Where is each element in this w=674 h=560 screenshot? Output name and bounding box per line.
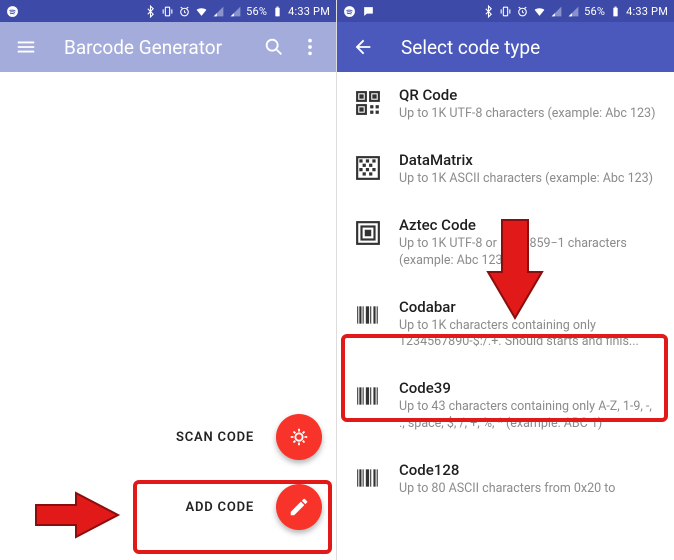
- list-item-title: Code128: [399, 461, 658, 479]
- signal-2-icon: [567, 5, 580, 18]
- list-item-code39[interactable]: Code39 Up to 43 characters containing on…: [337, 365, 674, 447]
- app-title: Barcode Generator: [64, 36, 256, 59]
- app-bar: Select code type: [337, 22, 674, 72]
- search-button[interactable]: [256, 29, 292, 65]
- list-item-title: QR Code: [399, 86, 658, 104]
- alarm-icon: [178, 5, 191, 18]
- menu-button[interactable]: [8, 29, 44, 65]
- back-button[interactable]: [345, 29, 381, 65]
- left-body: SCAN CODE ADD CODE: [0, 72, 336, 560]
- barcode-icon: [355, 383, 381, 409]
- datamatrix-icon: [355, 155, 381, 181]
- scan-code-fab[interactable]: [276, 414, 322, 460]
- vibrate-icon: [161, 5, 174, 18]
- status-bar: 56% 4:33 PM: [0, 0, 336, 22]
- battery-icon: [609, 5, 622, 18]
- spotify-icon: [343, 5, 356, 18]
- wifi-icon: [533, 5, 546, 18]
- clock-text: 4:33 PM: [626, 5, 668, 18]
- app-bar: Barcode Generator: [0, 22, 336, 72]
- list-item-desc: Up to 1K characters containing only 1234…: [399, 318, 658, 352]
- barcode-icon: [355, 465, 381, 491]
- wifi-icon: [195, 5, 208, 18]
- battery-percent: 56%: [584, 5, 605, 18]
- app-title: Select code type: [401, 36, 666, 59]
- alarm-icon: [516, 5, 529, 18]
- list-item-desc: Up to 1K UTF-8 or ISO 8859−1 characters …: [399, 236, 658, 270]
- vibrate-icon: [499, 5, 512, 18]
- status-bar: 56% 4:33 PM: [337, 0, 674, 22]
- screen-right: 56% 4:33 PM Select code type QR Code Up …: [337, 0, 674, 560]
- list-item-qr-code[interactable]: QR Code Up to 1K UTF-8 characters (examp…: [337, 72, 674, 137]
- list-item-title: Codabar: [399, 298, 658, 316]
- scan-code-label: SCAN CODE: [166, 424, 264, 451]
- spotify-icon: [6, 5, 19, 18]
- add-code-fab[interactable]: [276, 484, 322, 530]
- add-code-row: ADD CODE: [175, 484, 322, 530]
- list-item-title: DataMatrix: [399, 151, 658, 169]
- barcode-icon: [355, 302, 381, 328]
- signal-2-icon: [229, 5, 242, 18]
- list-item-aztec[interactable]: Aztec Code Up to 1K UTF-8 or ISO 8859−1 …: [337, 202, 674, 284]
- battery-icon: [271, 5, 284, 18]
- bluetooth-icon: [482, 5, 495, 18]
- signal-1-icon: [212, 5, 225, 18]
- list-item-desc: Up to 1K UTF-8 characters (example: Abc …: [399, 106, 658, 123]
- clock-text: 4:33 PM: [288, 5, 330, 18]
- list-item-desc: Up to 1K ASCII characters (example: Abc …: [399, 171, 658, 188]
- code-type-list: QR Code Up to 1K UTF-8 characters (examp…: [337, 72, 674, 560]
- list-item-desc: Up to 43 characters containing only A-Z,…: [399, 399, 658, 433]
- list-item-title: Code39: [399, 379, 658, 397]
- screen-left: 56% 4:33 PM Barcode Generator SCAN CODE: [0, 0, 337, 560]
- battery-percent: 56%: [246, 5, 267, 18]
- list-item-desc: Up to 80 ASCII characters from 0x20 to: [399, 481, 658, 498]
- list-item-datamatrix[interactable]: DataMatrix Up to 1K ASCII characters (ex…: [337, 137, 674, 202]
- message-icon: [362, 5, 375, 18]
- list-item-title: Aztec Code: [399, 216, 658, 234]
- list-item-code128[interactable]: Code128 Up to 80 ASCII characters from 0…: [337, 447, 674, 512]
- bluetooth-icon: [144, 5, 157, 18]
- qr-code-icon: [355, 90, 381, 116]
- list-item-codabar[interactable]: Codabar Up to 1K characters containing o…: [337, 284, 674, 366]
- overflow-button[interactable]: [292, 29, 328, 65]
- add-code-label: ADD CODE: [175, 494, 264, 521]
- aztec-icon: [355, 220, 381, 246]
- scan-code-row: SCAN CODE: [166, 414, 322, 460]
- signal-1-icon: [550, 5, 563, 18]
